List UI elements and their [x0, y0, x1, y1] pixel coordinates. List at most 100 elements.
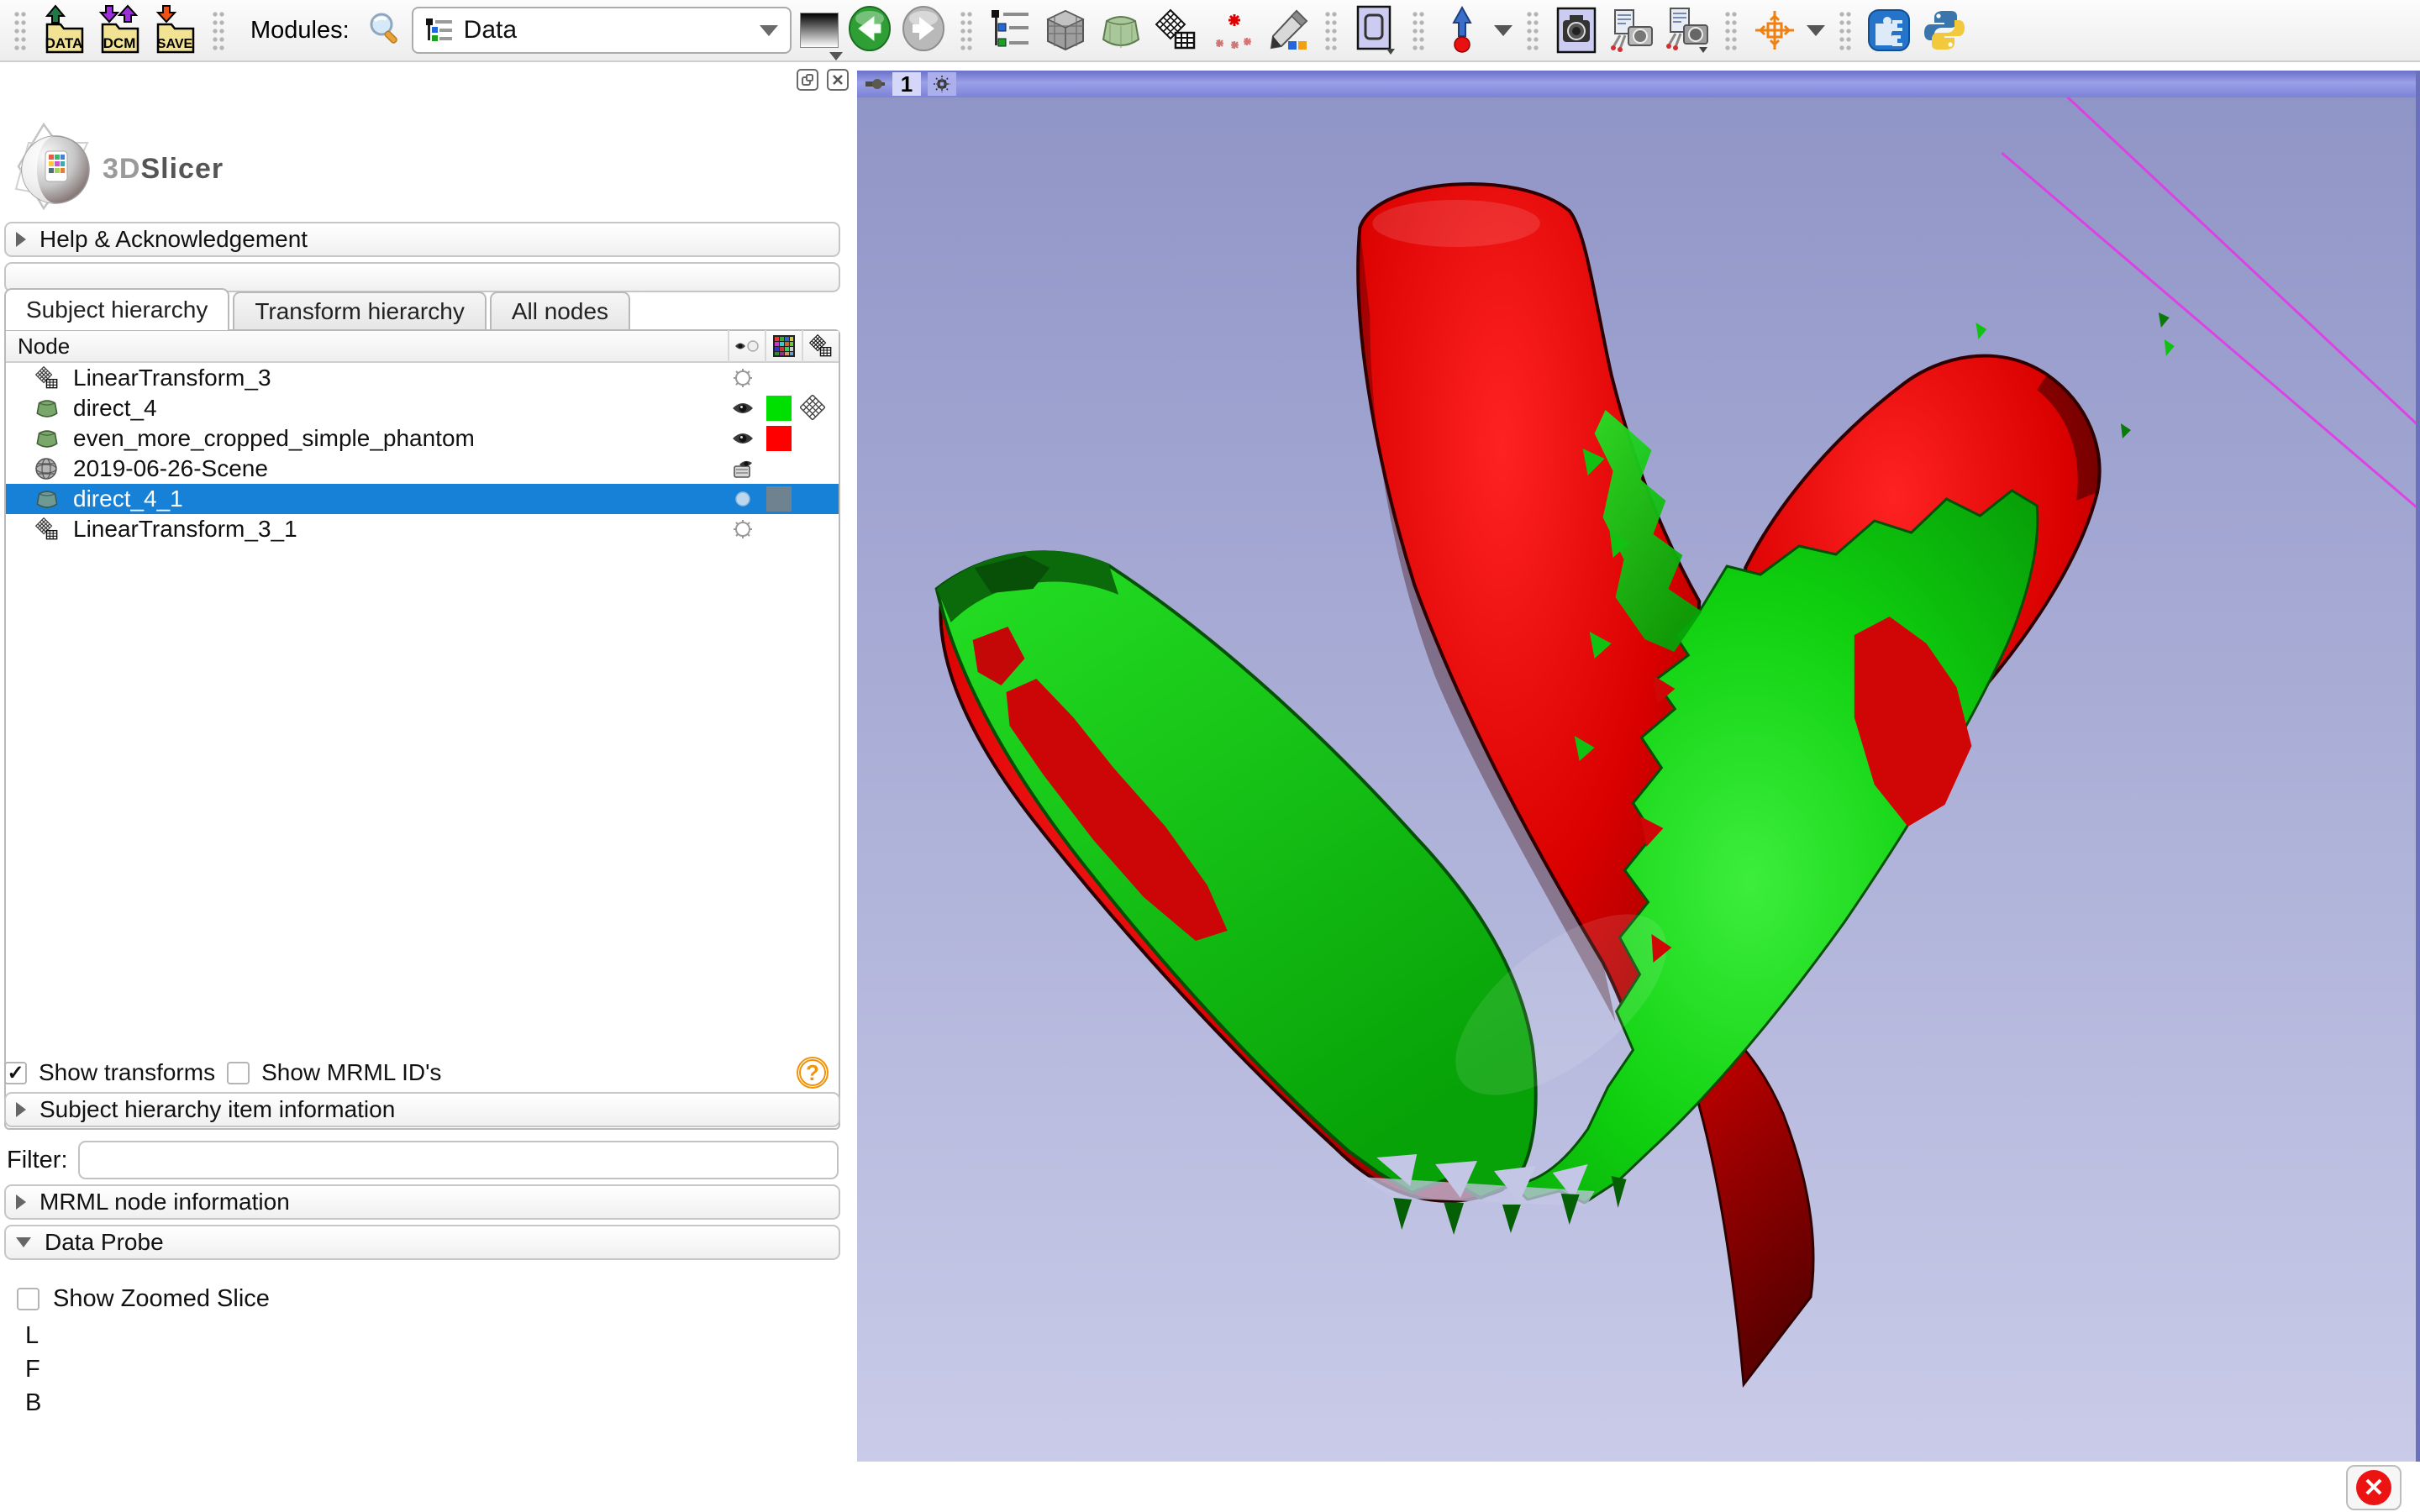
transform-node-icon [34, 517, 63, 542]
3d-view[interactable]: 1 [857, 71, 2420, 1462]
tab-transform-hierarchy[interactable]: Transform hierarchy [233, 291, 486, 330]
view-controls-icon[interactable] [928, 72, 956, 96]
module-selector-value: Data [464, 16, 750, 45]
screenshot-camera-icon [1555, 7, 1598, 54]
chevron-down-icon [760, 25, 778, 36]
show-zoomed-slice-label: Show Zoomed Slice [53, 1285, 270, 1313]
color-column-icon[interactable] [765, 330, 802, 362]
show-mrml-ids-checkbox[interactable] [227, 1062, 250, 1084]
tree-row[interactable]: LinearTransform_3_1 [6, 514, 839, 544]
place-fiducial-button[interactable] [1439, 4, 1486, 56]
filter-label: Filter: [7, 1147, 68, 1174]
crosshair-button[interactable] [1751, 4, 1798, 56]
data-probe-section[interactable]: Data Probe [4, 1225, 840, 1260]
sceneview-restore-button[interactable] [1664, 4, 1711, 56]
error-close-icon: ✕ [2356, 1470, 2391, 1505]
status-bar: ✕ [0, 1462, 2420, 1512]
color-swatch-gray[interactable] [766, 486, 792, 512]
color-swatch-green[interactable] [766, 396, 792, 421]
tab-subject-hierarchy[interactable]: Subject hierarchy [4, 288, 229, 330]
visibility-toggle[interactable] [729, 396, 756, 421]
volume-node-icon [34, 426, 63, 451]
show-transforms-checkbox[interactable]: ✓ [4, 1062, 27, 1084]
annotations-module-button[interactable] [1264, 4, 1311, 56]
expand-chevron-icon [16, 1237, 31, 1247]
item-information-section[interactable]: Subject hierarchy item information [4, 1092, 840, 1127]
subject-hierarchy-module-button[interactable] [986, 4, 1034, 56]
view-label: 1 [892, 72, 921, 96]
load-dicom-button[interactable]: DCM [96, 4, 143, 56]
tab-all-nodes[interactable]: All nodes [490, 291, 630, 330]
visibility-column-icon[interactable] [728, 330, 765, 362]
python-console-button[interactable] [1921, 4, 1968, 56]
error-log-button[interactable]: ✕ [2346, 1465, 2402, 1510]
transform-applied-icon[interactable] [800, 395, 829, 422]
module-selector[interactable]: Data [412, 7, 792, 54]
subject-hierarchy-tree: Node LinearT [4, 329, 840, 1130]
layout-selector-button[interactable] [1351, 4, 1398, 56]
history-forward-button[interactable] [901, 5, 946, 56]
slicer-logo: 3DSlicer [12, 118, 255, 223]
svg-text:DCM: DCM [103, 35, 136, 51]
toolbar-separator [1839, 10, 1852, 50]
load-data-button[interactable]: DATA [40, 4, 87, 56]
tree-header[interactable]: Node [6, 331, 839, 363]
close-panel-button[interactable] [827, 69, 849, 91]
3d-viewport[interactable] [857, 97, 2416, 1462]
place-mode-chevron-icon[interactable] [1494, 25, 1512, 36]
screenshot-button[interactable] [1553, 4, 1600, 56]
volume-node-icon [34, 396, 63, 421]
module-panel: 3DSlicer Help & Acknowledgement Subject … [0, 62, 854, 1512]
orientation-b: B [25, 1386, 41, 1420]
markups-module-button[interactable] [1208, 4, 1255, 56]
markups-fiducial-icon [1209, 8, 1255, 53]
module-data-icon [425, 17, 454, 44]
module-search-icon[interactable] [366, 10, 403, 51]
volume-node-icon [34, 486, 63, 512]
help-icon[interactable]: ? [797, 1057, 829, 1089]
tree-row[interactable]: LinearTransform_3 [6, 363, 839, 393]
transforms-module-button[interactable] [1153, 4, 1200, 56]
volume-rendering-module-button[interactable] [1097, 4, 1144, 56]
collapse-chevron-icon [16, 1194, 26, 1210]
folder-data-icon: DATA [40, 4, 87, 56]
3d-view-header[interactable]: 1 [857, 71, 2416, 97]
crosshair-menu-chevron-icon[interactable] [1807, 25, 1825, 36]
history-back-button[interactable] [847, 5, 892, 56]
place-point-arrow-icon [1445, 6, 1479, 55]
mrml-node-information-section[interactable]: MRML node information [4, 1184, 840, 1220]
tree-row[interactable]: direct_4 [6, 393, 839, 423]
color-swatch-red[interactable] [766, 426, 792, 451]
show-zoomed-slice-checkbox[interactable] [17, 1288, 39, 1310]
filter-input[interactable] [78, 1141, 839, 1179]
orientation-f: F [25, 1352, 41, 1386]
layout-icon [1353, 5, 1397, 55]
extensions-manager-button[interactable] [1865, 4, 1912, 56]
toolbar-drag-handle[interactable] [13, 10, 27, 50]
save-button[interactable]: SAVE [151, 4, 198, 56]
visibility-toggle[interactable] [729, 486, 756, 512]
pin-icon[interactable] [864, 75, 886, 93]
toolbar-separator [1526, 10, 1539, 50]
sceneview-capture-button[interactable] [1608, 4, 1655, 56]
scene-visibility-icon[interactable] [729, 456, 756, 481]
main-toolbar: DATA DCM SAVE Modules: [0, 0, 2420, 62]
module-history-button[interactable] [800, 13, 839, 48]
data-probe-orientation-labels: L F B [25, 1319, 41, 1420]
transform-column-icon[interactable] [802, 330, 839, 362]
volumes-module-button[interactable] [1042, 4, 1089, 56]
extensions-puzzle-icon [1867, 8, 1911, 52]
tree-row[interactable]: even_more_cropped_simple_phantom [6, 423, 839, 454]
visibility-toggle[interactable] [729, 365, 756, 391]
visibility-toggle[interactable] [729, 426, 756, 451]
tree-row-selected[interactable]: direct_4_1 [6, 484, 839, 514]
svg-text:3DSlicer: 3DSlicer [103, 153, 224, 185]
help-acknowledgement-section[interactable]: Help & Acknowledgement [4, 222, 840, 257]
tree-row[interactable]: 2019-06-26-Scene [6, 454, 839, 484]
show-mrml-ids-label: Show MRML ID's [261, 1059, 441, 1086]
visibility-toggle[interactable] [729, 517, 756, 542]
node-column-header[interactable]: Node [6, 333, 728, 360]
undock-panel-button[interactable] [797, 69, 818, 91]
hierarchy-icon [988, 8, 1032, 52]
folder-save-icon: SAVE [151, 4, 198, 56]
